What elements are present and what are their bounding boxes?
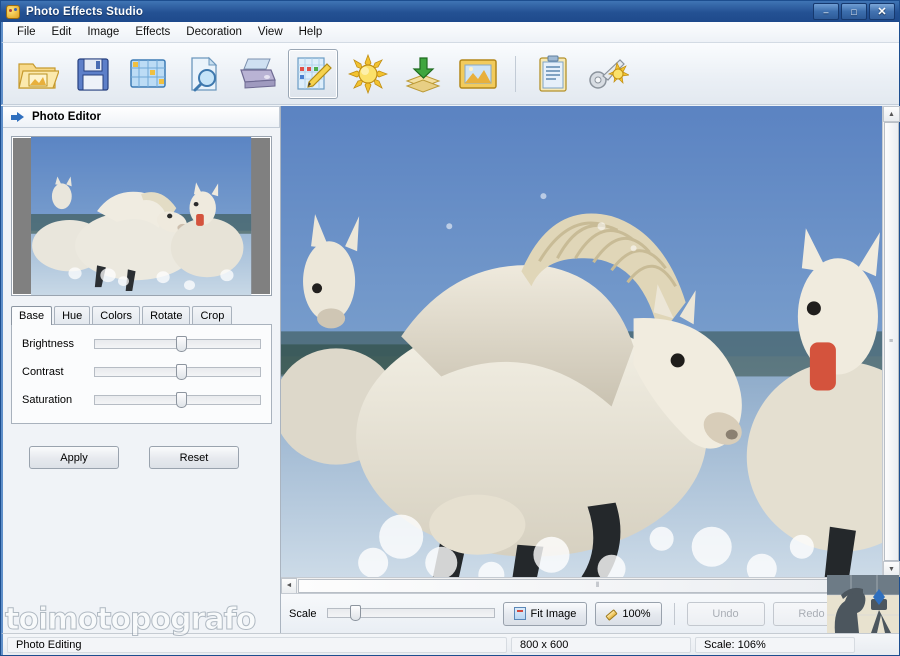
horizontal-scroll-thumb[interactable]: ⦀ bbox=[298, 578, 898, 593]
thumbnails-grid-icon bbox=[130, 58, 166, 88]
fit-image-label: Fit Image bbox=[530, 607, 577, 620]
menu-file[interactable]: File bbox=[9, 23, 44, 41]
tab-hue[interactable]: Hue bbox=[54, 306, 91, 324]
vertical-scroll-thumb[interactable]: ≡ bbox=[884, 122, 899, 561]
minimize-button[interactable]: – bbox=[813, 3, 839, 20]
sidebar-panel: Photo Editor Base Hue Colors Rotate Crop… bbox=[3, 106, 281, 633]
contrast-row: Contrast bbox=[22, 364, 261, 380]
menu-image[interactable]: Image bbox=[79, 23, 127, 41]
saturation-slider[interactable] bbox=[94, 392, 261, 408]
title-bar: Photo Effects Studio – □ ✕ bbox=[1, 1, 899, 22]
blue-arrow-icon bbox=[11, 111, 24, 123]
status-scale: Scale: 106% bbox=[695, 636, 855, 653]
panel-header: Photo Editor bbox=[3, 106, 280, 128]
base-tab-panel: Brightness Contrast Saturation bbox=[11, 324, 272, 424]
photo-editor-button[interactable] bbox=[288, 48, 338, 99]
browse-thumbnails-button[interactable] bbox=[123, 49, 173, 99]
menu-view[interactable]: View bbox=[250, 23, 291, 41]
canvas-area: ▲ ≡ ▼ ◄ ⦀ Scale Fit Image 100% Undo Redo bbox=[281, 106, 900, 633]
batch-list-button[interactable] bbox=[528, 49, 578, 99]
zoom-100-button[interactable]: 100% bbox=[595, 601, 662, 626]
print-button[interactable] bbox=[233, 49, 283, 99]
scale-label: Scale bbox=[289, 607, 317, 620]
frames-button[interactable] bbox=[453, 49, 503, 99]
action-buttons: Apply Reset bbox=[29, 446, 280, 469]
preview-magnifier-icon bbox=[191, 56, 218, 91]
contrast-slider[interactable] bbox=[94, 364, 261, 380]
scroll-left-button[interactable]: ◄ bbox=[281, 577, 297, 594]
menu-edit[interactable]: Edit bbox=[44, 23, 80, 41]
application-window: Photo Effects Studio – □ ✕ File Edit Ima… bbox=[0, 0, 900, 656]
effects-sun-icon bbox=[348, 53, 388, 94]
scale-slider-thumb[interactable] bbox=[350, 604, 362, 621]
decoration-button[interactable] bbox=[398, 49, 448, 99]
brightness-label: Brightness bbox=[22, 338, 74, 350]
control-bar: Scale Fit Image 100% Undo Redo bbox=[281, 593, 899, 633]
control-separator bbox=[673, 602, 675, 625]
open-file-icon bbox=[18, 62, 59, 89]
menu-help[interactable]: Help bbox=[291, 23, 331, 41]
tab-crop[interactable]: Crop bbox=[192, 306, 233, 324]
scroll-up-button[interactable]: ▲ bbox=[883, 106, 900, 122]
panel-title: Photo Editor bbox=[32, 111, 101, 123]
brightness-row: Brightness bbox=[22, 336, 261, 352]
status-dimensions: 800 x 600 bbox=[511, 636, 691, 653]
brightness-thumb[interactable] bbox=[175, 336, 187, 352]
fit-image-icon bbox=[513, 607, 526, 620]
close-button[interactable]: ✕ bbox=[869, 3, 895, 20]
key-settings-icon bbox=[589, 58, 629, 89]
window-title: Photo Effects Studio bbox=[26, 5, 144, 18]
toolbar bbox=[1, 43, 899, 105]
thumbnail-image bbox=[31, 137, 252, 295]
fit-image-button[interactable]: Fit Image bbox=[502, 601, 588, 626]
window-controls: – □ ✕ bbox=[813, 3, 897, 20]
redo-button[interactable]: Redo bbox=[772, 601, 851, 626]
zoom-100-label: 100% bbox=[622, 607, 651, 620]
undo-button[interactable]: Undo bbox=[686, 601, 765, 626]
toolbar-separator bbox=[515, 55, 516, 92]
open-file-button[interactable] bbox=[13, 49, 63, 99]
menu-decoration[interactable]: Decoration bbox=[178, 23, 250, 41]
contrast-label: Contrast bbox=[22, 366, 64, 378]
status-bar: Photo Editing 800 x 600 Scale: 106% bbox=[1, 633, 899, 655]
main-photo-image bbox=[281, 106, 882, 577]
scale-slider[interactable] bbox=[326, 604, 495, 622]
image-canvas[interactable] bbox=[281, 106, 882, 577]
main-body: Photo Editor Base Hue Colors Rotate Crop… bbox=[1, 106, 900, 633]
menu-effects[interactable]: Effects bbox=[127, 23, 178, 41]
save-file-icon bbox=[77, 57, 109, 91]
maximize-button[interactable]: □ bbox=[841, 3, 867, 20]
scroll-down-button[interactable]: ▼ bbox=[883, 561, 900, 577]
photo-editor-icon bbox=[297, 56, 332, 90]
saturation-row: Saturation bbox=[22, 392, 261, 408]
tab-rotate[interactable]: Rotate bbox=[142, 306, 191, 324]
palette-icon bbox=[6, 4, 20, 19]
reset-button[interactable]: Reset bbox=[149, 446, 239, 469]
decoration-layers-icon bbox=[405, 56, 441, 93]
preview-button[interactable] bbox=[178, 49, 228, 99]
frame-image-icon bbox=[459, 58, 497, 89]
options-button[interactable] bbox=[583, 49, 633, 99]
save-file-button[interactable] bbox=[68, 49, 118, 99]
status-message: Photo Editing bbox=[7, 636, 507, 653]
zoom-pencil-icon bbox=[605, 609, 619, 621]
contrast-thumb[interactable] bbox=[175, 364, 187, 380]
vertical-scrollbar[interactable]: ▲ ≡ ▼ bbox=[882, 106, 900, 577]
canvas-row: ▲ ≡ ▼ bbox=[281, 106, 900, 577]
effects-button[interactable] bbox=[343, 49, 393, 99]
saturation-thumb[interactable] bbox=[175, 392, 187, 408]
thumbnail-preview[interactable] bbox=[11, 136, 272, 296]
tab-colors[interactable]: Colors bbox=[92, 306, 141, 324]
saturation-label: Saturation bbox=[22, 394, 73, 406]
apply-button[interactable]: Apply bbox=[29, 446, 119, 469]
brightness-slider[interactable] bbox=[94, 336, 261, 352]
horizontal-scrollbar[interactable]: ◄ ⦀ bbox=[281, 577, 899, 594]
editor-tabs: Base Hue Colors Rotate Crop bbox=[11, 306, 272, 325]
clipboard-list-icon bbox=[539, 55, 567, 92]
tab-base[interactable]: Base bbox=[11, 306, 53, 325]
menu-bar: File Edit Image Effects Decoration View … bbox=[1, 22, 899, 43]
print-icon bbox=[240, 58, 276, 89]
